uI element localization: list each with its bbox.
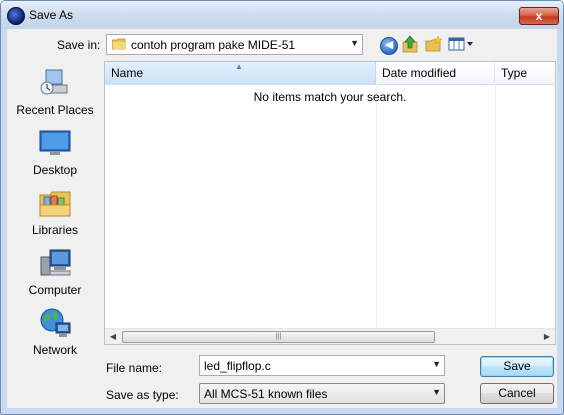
title-bar[interactable]: Save As x <box>1 1 563 29</box>
save-as-type-dropdown[interactable]: All MCS-51 known files ▼ <box>199 383 445 404</box>
places-bar: Recent Places Desktop Libraries Computer… <box>7 61 103 357</box>
file-name-label: File name: <box>106 361 163 375</box>
computer-icon <box>40 249 71 276</box>
chevron-down-icon: ▼ <box>432 387 441 397</box>
libraries-icon <box>39 191 71 217</box>
save-button[interactable]: Save <box>480 356 554 377</box>
column-header-name-label: Name <box>111 66 144 80</box>
file-list[interactable]: ▲ Name Date modified Type No items match… <box>104 61 556 345</box>
new-folder-icon[interactable] <box>425 36 443 52</box>
save-in-dropdown[interactable]: contoh program pake MIDE-51 ▼ <box>106 34 363 55</box>
place-computer[interactable]: Computer <box>7 245 103 301</box>
window-title: Save As <box>29 8 74 22</box>
save-as-type-value: All MCS-51 known files <box>204 387 328 401</box>
views-menu-icon[interactable] <box>448 37 474 51</box>
place-network[interactable]: Network <box>7 305 103 361</box>
place-label-recent-places: Recent Places <box>16 103 94 117</box>
column-divider <box>376 84 377 328</box>
scroll-right-icon[interactable]: ▶ <box>541 331 553 343</box>
sort-ascending-icon: ▲ <box>235 62 243 71</box>
save-in-value: contoh program pake MIDE-51 <box>131 38 296 52</box>
place-label-libraries: Libraries <box>31 223 79 237</box>
chevron-down-icon: ▼ <box>350 38 359 48</box>
up-folder-icon[interactable] <box>402 35 418 53</box>
folder-icon <box>112 38 126 50</box>
place-label-desktop: Desktop <box>32 163 78 177</box>
desktop-icon <box>39 130 71 155</box>
empty-list-message: No items match your search. <box>253 90 407 104</box>
file-name-input[interactable]: led_flipflop.c ▼ <box>199 355 445 376</box>
place-label-computer: Computer <box>28 283 82 297</box>
network-icon <box>40 308 71 337</box>
save-as-type-label: Save as type: <box>106 388 179 402</box>
save-as-dialog: Save As x Save in: contoh program pake M… <box>0 0 564 415</box>
back-arrow-icon[interactable]: ◀ <box>380 37 398 55</box>
close-button[interactable]: x <box>519 7 559 25</box>
dialog-body: Save in: contoh program pake MIDE-51 ▼ ◀ <box>7 29 557 408</box>
file-name-value: led_flipflop.c <box>204 359 271 373</box>
place-desktop[interactable]: Desktop <box>7 125 103 181</box>
file-list-header: ▲ Name Date modified Type <box>105 62 555 85</box>
scrollbar-thumb[interactable]: ||| <box>122 331 435 343</box>
column-header-name[interactable]: ▲ Name <box>105 62 376 84</box>
cancel-button[interactable]: Cancel <box>480 383 554 404</box>
app-icon <box>7 7 25 25</box>
place-libraries[interactable]: Libraries <box>7 185 103 241</box>
column-header-date-modified[interactable]: Date modified <box>376 62 495 84</box>
place-label-network: Network <box>32 343 77 357</box>
horizontal-scrollbar[interactable]: ◀ ||| ▶ <box>105 328 555 344</box>
column-header-type[interactable]: Type <box>495 62 555 84</box>
scroll-left-icon[interactable]: ◀ <box>107 331 119 343</box>
recent-places-icon <box>40 69 68 95</box>
place-recent-places[interactable]: Recent Places <box>7 65 103 121</box>
save-in-label: Save in: <box>57 38 101 52</box>
chevron-down-icon[interactable]: ▼ <box>432 359 441 369</box>
column-divider <box>495 84 496 328</box>
